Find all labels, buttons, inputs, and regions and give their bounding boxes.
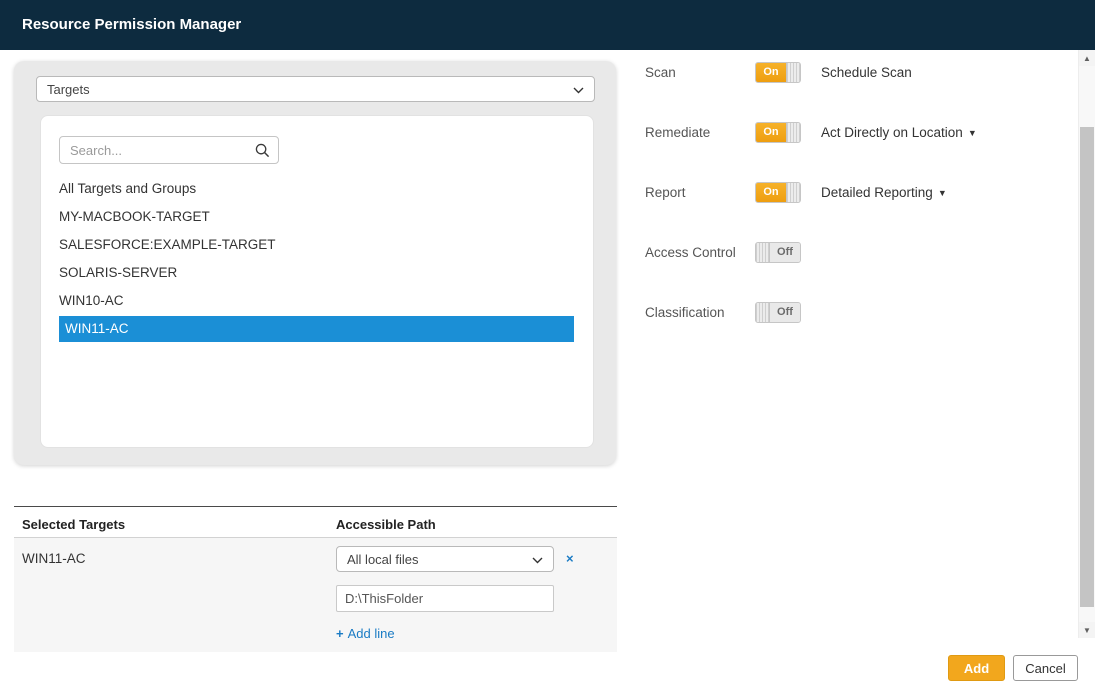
- scroll-down-button[interactable]: ▼: [1079, 622, 1095, 638]
- chevron-down-icon: [573, 82, 584, 97]
- search-box: [59, 136, 279, 164]
- view-select[interactable]: Targets: [36, 76, 595, 102]
- target-item-salesforce-example-target[interactable]: SALESFORCE:EXAMPLE-TARGET: [41, 231, 593, 259]
- remediate-label: Remediate: [645, 125, 755, 140]
- search-input[interactable]: [59, 136, 279, 164]
- report-label: Report: [645, 185, 755, 200]
- targets-list-panel: All Targets and Groups MY-MACBOOK-TARGET…: [40, 115, 594, 448]
- option-row-classification: Classification Off: [645, 300, 801, 324]
- schedule-scan-label: Schedule Scan: [821, 65, 912, 80]
- scrollbar-thumb[interactable]: [1080, 127, 1094, 607]
- selected-target-name: WIN11-AC: [22, 551, 86, 566]
- toggle-off-label: Off: [770, 243, 800, 262]
- toggle-on-label: On: [756, 123, 786, 142]
- add-line-link[interactable]: + Add line: [336, 626, 395, 641]
- access-control-label: Access Control: [645, 245, 755, 260]
- remediate-mode-value: Act Directly on Location: [821, 125, 963, 140]
- toggle-handle: [786, 183, 800, 202]
- toggle-handle: [756, 303, 770, 322]
- view-select-value: Targets: [47, 82, 90, 97]
- report-mode-dropdown[interactable]: Detailed Reporting ▼: [821, 185, 947, 200]
- targets-panel: Targets All Targets and Groups MY-MACBOO…: [14, 61, 616, 465]
- target-item-win10-ac[interactable]: WIN10-AC: [41, 287, 593, 315]
- option-row-report: Report On Detailed Reporting ▼: [645, 180, 947, 204]
- caret-down-icon: ▼: [968, 128, 977, 138]
- toggle-on-label: On: [756, 63, 786, 82]
- title-bar: Resource Permission Manager: [0, 0, 1095, 50]
- path-input[interactable]: [336, 585, 554, 612]
- option-row-remediate: Remediate On Act Directly on Location ▼: [645, 120, 977, 144]
- target-item-solaris-server[interactable]: SOLARIS-SERVER: [41, 259, 593, 287]
- scan-toggle[interactable]: On: [755, 62, 801, 83]
- caret-down-icon: ▼: [938, 188, 947, 198]
- target-item-my-macbook-target[interactable]: MY-MACBOOK-TARGET: [41, 203, 593, 231]
- classification-toggle[interactable]: Off: [755, 302, 801, 323]
- toggle-handle: [786, 123, 800, 142]
- target-item-win11-ac-selected[interactable]: WIN11-AC: [59, 316, 574, 342]
- page-title: Resource Permission Manager: [0, 0, 1095, 50]
- chevron-down-icon: [532, 552, 543, 567]
- toggle-handle: [786, 63, 800, 82]
- scan-label: Scan: [645, 65, 755, 80]
- remove-path-button[interactable]: ×: [566, 551, 574, 567]
- toggle-off-label: Off: [770, 303, 800, 322]
- option-row-scan: Scan On Schedule Scan: [645, 60, 912, 84]
- report-toggle[interactable]: On: [755, 182, 801, 203]
- report-mode-value: Detailed Reporting: [821, 185, 933, 200]
- remediate-mode-dropdown[interactable]: Act Directly on Location ▼: [821, 125, 977, 140]
- path-type-select[interactable]: All local files: [336, 546, 554, 572]
- toggle-handle: [756, 243, 770, 262]
- cancel-button[interactable]: Cancel: [1013, 655, 1078, 681]
- add-button[interactable]: Add: [948, 655, 1005, 681]
- column-header-selected-targets: Selected Targets: [22, 517, 125, 532]
- search-icon: [255, 143, 270, 158]
- column-header-accessible-path: Accessible Path: [336, 517, 436, 532]
- plus-icon: +: [336, 626, 344, 641]
- option-row-access-control: Access Control Off: [645, 240, 801, 264]
- vertical-scrollbar[interactable]: ▲ ▼: [1078, 50, 1095, 638]
- add-line-label: Add line: [348, 626, 395, 641]
- scrollbar-track[interactable]: [1079, 66, 1095, 622]
- remediate-toggle[interactable]: On: [755, 122, 801, 143]
- target-item-all-targets-and-groups[interactable]: All Targets and Groups: [41, 175, 593, 203]
- toggle-on-label: On: [756, 183, 786, 202]
- section-divider: [14, 506, 617, 507]
- classification-label: Classification: [645, 305, 755, 320]
- scroll-up-button[interactable]: ▲: [1079, 50, 1095, 66]
- access-control-toggle[interactable]: Off: [755, 242, 801, 263]
- target-list: All Targets and Groups MY-MACBOOK-TARGET…: [41, 175, 593, 343]
- path-type-value: All local files: [347, 552, 419, 567]
